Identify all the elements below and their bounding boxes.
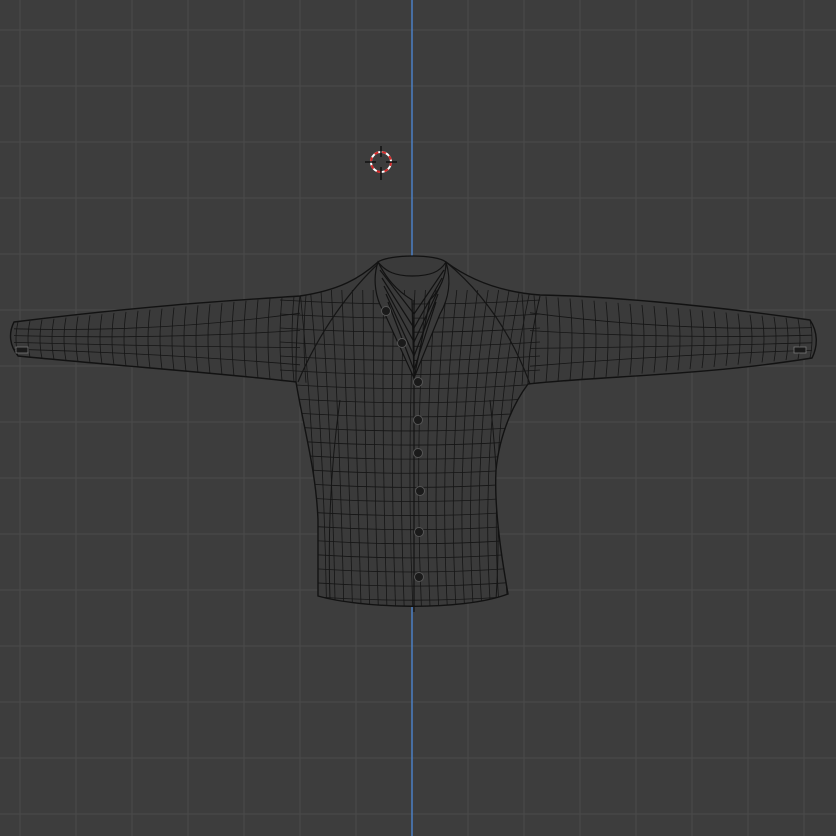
shirt-button: [413, 448, 423, 458]
left-cuff-button: [15, 346, 29, 354]
right-cuff-button: [793, 346, 807, 354]
shirt-button: [414, 527, 424, 537]
viewport-canvas[interactable]: [0, 0, 836, 836]
shirt-button: [413, 377, 423, 387]
mesh-edge-torso-horizontal: [280, 608, 540, 614]
shirt-mesh[interactable]: [9, 255, 817, 614]
3d-viewport[interactable]: [0, 0, 836, 836]
3d-cursor-icon[interactable]: [365, 146, 397, 180]
shirt-button: [414, 572, 424, 582]
shirt-button: [381, 306, 391, 316]
shirt-button: [397, 338, 407, 348]
shirt-button: [415, 486, 425, 496]
shirt-button: [413, 415, 423, 425]
